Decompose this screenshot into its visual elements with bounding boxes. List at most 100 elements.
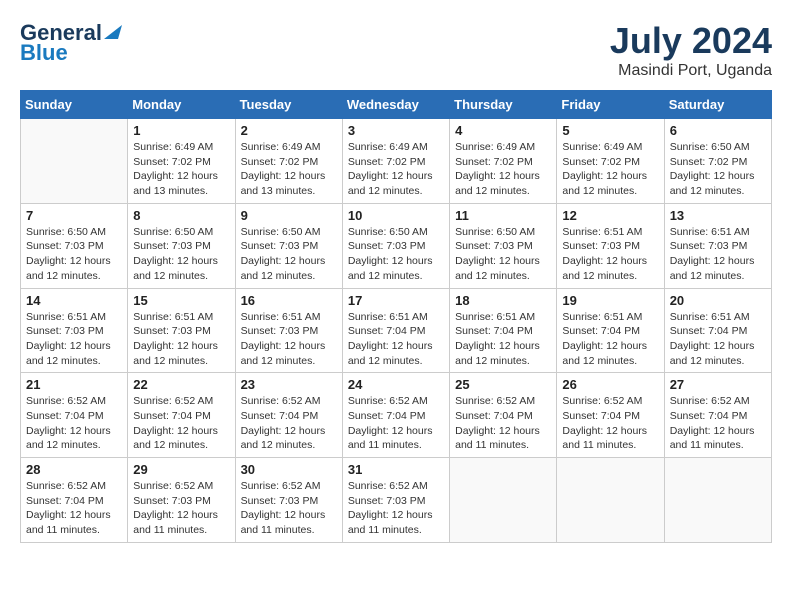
calendar-day-cell: 14 Sunrise: 6:51 AM Sunset: 7:03 PM Dayli… (21, 288, 128, 373)
day-number: 7 (26, 208, 122, 223)
day-number: 6 (670, 123, 766, 138)
calendar-week-row: 7 Sunrise: 6:50 AM Sunset: 7:03 PM Daylig… (21, 203, 772, 288)
calendar-day-cell: 21 Sunrise: 6:52 AM Sunset: 7:04 PM Dayli… (21, 373, 128, 458)
day-info: Sunrise: 6:52 AM Sunset: 7:04 PM Dayligh… (133, 394, 229, 453)
calendar-day-cell: 3 Sunrise: 6:49 AM Sunset: 7:02 PM Daylig… (342, 119, 449, 204)
day-info: Sunrise: 6:49 AM Sunset: 7:02 PM Dayligh… (241, 140, 337, 199)
calendar-day-cell (557, 458, 664, 543)
day-number: 20 (670, 293, 766, 308)
day-info: Sunrise: 6:52 AM Sunset: 7:04 PM Dayligh… (26, 479, 122, 538)
day-info: Sunrise: 6:51 AM Sunset: 7:04 PM Dayligh… (562, 310, 658, 369)
day-info: Sunrise: 6:51 AM Sunset: 7:03 PM Dayligh… (133, 310, 229, 369)
day-info: Sunrise: 6:51 AM Sunset: 7:03 PM Dayligh… (26, 310, 122, 369)
title-block: July 2024 Masindi Port, Uganda (610, 20, 772, 80)
calendar-day-cell (450, 458, 557, 543)
logo: General Blue (20, 20, 122, 66)
calendar-day-header: Friday (557, 91, 664, 119)
day-info: Sunrise: 6:50 AM Sunset: 7:02 PM Dayligh… (670, 140, 766, 199)
calendar-day-cell: 22 Sunrise: 6:52 AM Sunset: 7:04 PM Dayli… (128, 373, 235, 458)
day-number: 24 (348, 377, 444, 392)
day-number: 14 (26, 293, 122, 308)
month-year-title: July 2024 (610, 20, 772, 62)
calendar-day-cell: 11Sunrise: 6:50 AM Sunset: 7:03 PM Dayli… (450, 203, 557, 288)
day-number: 31 (348, 462, 444, 477)
day-number: 9 (241, 208, 337, 223)
day-info: Sunrise: 6:50 AM Sunset: 7:03 PM Dayligh… (26, 225, 122, 284)
calendar-day-cell (21, 119, 128, 204)
calendar-week-row: 21 Sunrise: 6:52 AM Sunset: 7:04 PM Dayli… (21, 373, 772, 458)
calendar-day-cell: 4Sunrise: 6:49 AM Sunset: 7:02 PM Daylig… (450, 119, 557, 204)
calendar-day-cell: 5 Sunrise: 6:49 AM Sunset: 7:02 PM Daylig… (557, 119, 664, 204)
day-number: 5 (562, 123, 658, 138)
day-number: 8 (133, 208, 229, 223)
calendar-day-cell: 24 Sunrise: 6:52 AM Sunset: 7:04 PM Dayli… (342, 373, 449, 458)
calendar-day-cell: 7 Sunrise: 6:50 AM Sunset: 7:03 PM Daylig… (21, 203, 128, 288)
day-info: Sunrise: 6:50 AM Sunset: 7:03 PM Dayligh… (241, 225, 337, 284)
calendar-day-cell: 17 Sunrise: 6:51 AM Sunset: 7:04 PM Dayli… (342, 288, 449, 373)
page-header: General Blue July 2024 Masindi Port, Uga… (20, 20, 772, 80)
calendar-day-cell: 15 Sunrise: 6:51 AM Sunset: 7:03 PM Dayli… (128, 288, 235, 373)
day-info: Sunrise: 6:50 AM Sunset: 7:03 PM Dayligh… (455, 225, 551, 284)
calendar-day-cell: 25 Sunrise: 6:52 AM Sunset: 7:04 PM Dayli… (450, 373, 557, 458)
calendar-table: SundayMondayTuesdayWednesdayThursdayFrid… (20, 90, 772, 543)
calendar-day-cell: 20 Sunrise: 6:51 AM Sunset: 7:04 PM Dayli… (664, 288, 771, 373)
day-info: Sunrise: 6:49 AM Sunset: 7:02 PM Dayligh… (348, 140, 444, 199)
day-number: 13 (670, 208, 766, 223)
day-info: Sunrise: 6:51 AM Sunset: 7:04 PM Dayligh… (348, 310, 444, 369)
day-info: Sunrise: 6:50 AM Sunset: 7:03 PM Dayligh… (348, 225, 444, 284)
day-info: Sunrise: 6:49 AM Sunset: 7:02 PM Dayligh… (562, 140, 658, 199)
calendar-day-cell: 13 Sunrise: 6:51 AM Sunset: 7:03 PM Dayli… (664, 203, 771, 288)
calendar-day-header: Sunday (21, 91, 128, 119)
day-number: 12 (562, 208, 658, 223)
day-number: 26 (562, 377, 658, 392)
calendar-day-cell: 9 Sunrise: 6:50 AM Sunset: 7:03 PM Daylig… (235, 203, 342, 288)
day-number: 27 (670, 377, 766, 392)
day-info: Sunrise: 6:51 AM Sunset: 7:03 PM Dayligh… (670, 225, 766, 284)
calendar-day-cell: 1 Sunrise: 6:49 AM Sunset: 7:02 PM Daylig… (128, 119, 235, 204)
day-number: 2 (241, 123, 337, 138)
day-number: 15 (133, 293, 229, 308)
calendar-day-cell: 2 Sunrise: 6:49 AM Sunset: 7:02 PM Daylig… (235, 119, 342, 204)
day-number: 17 (348, 293, 444, 308)
day-info: Sunrise: 6:52 AM Sunset: 7:03 PM Dayligh… (133, 479, 229, 538)
day-info: Sunrise: 6:52 AM Sunset: 7:04 PM Dayligh… (670, 394, 766, 453)
day-number: 19 (562, 293, 658, 308)
day-info: Sunrise: 6:49 AM Sunset: 7:02 PM Dayligh… (133, 140, 229, 199)
calendar-week-row: 14 Sunrise: 6:51 AM Sunset: 7:03 PM Dayli… (21, 288, 772, 373)
calendar-day-cell: 26Sunrise: 6:52 AM Sunset: 7:04 PM Dayli… (557, 373, 664, 458)
day-number: 1 (133, 123, 229, 138)
calendar-day-cell: 10Sunrise: 6:50 AM Sunset: 7:03 PM Dayli… (342, 203, 449, 288)
calendar-day-cell: 18Sunrise: 6:51 AM Sunset: 7:04 PM Dayli… (450, 288, 557, 373)
calendar-body: 1 Sunrise: 6:49 AM Sunset: 7:02 PM Daylig… (21, 119, 772, 543)
calendar-day-header: Monday (128, 91, 235, 119)
day-info: Sunrise: 6:51 AM Sunset: 7:04 PM Dayligh… (670, 310, 766, 369)
calendar-day-cell (664, 458, 771, 543)
calendar-day-cell: 6 Sunrise: 6:50 AM Sunset: 7:02 PM Daylig… (664, 119, 771, 204)
calendar-day-cell: 30Sunrise: 6:52 AM Sunset: 7:03 PM Dayli… (235, 458, 342, 543)
day-info: Sunrise: 6:52 AM Sunset: 7:04 PM Dayligh… (241, 394, 337, 453)
calendar-header-row: SundayMondayTuesdayWednesdayThursdayFrid… (21, 91, 772, 119)
day-number: 25 (455, 377, 551, 392)
calendar-day-cell: 8Sunrise: 6:50 AM Sunset: 7:03 PM Daylig… (128, 203, 235, 288)
day-number: 3 (348, 123, 444, 138)
day-info: Sunrise: 6:51 AM Sunset: 7:03 PM Dayligh… (562, 225, 658, 284)
calendar-day-header: Thursday (450, 91, 557, 119)
calendar-day-cell: 16 Sunrise: 6:51 AM Sunset: 7:03 PM Dayli… (235, 288, 342, 373)
day-number: 16 (241, 293, 337, 308)
location-subtitle: Masindi Port, Uganda (610, 62, 772, 80)
day-info: Sunrise: 6:52 AM Sunset: 7:04 PM Dayligh… (455, 394, 551, 453)
calendar-day-cell: 28 Sunrise: 6:52 AM Sunset: 7:04 PM Dayli… (21, 458, 128, 543)
day-info: Sunrise: 6:51 AM Sunset: 7:03 PM Dayligh… (241, 310, 337, 369)
day-info: Sunrise: 6:52 AM Sunset: 7:04 PM Dayligh… (26, 394, 122, 453)
calendar-day-cell: 27 Sunrise: 6:52 AM Sunset: 7:04 PM Dayli… (664, 373, 771, 458)
day-number: 28 (26, 462, 122, 477)
calendar-day-header: Wednesday (342, 91, 449, 119)
day-info: Sunrise: 6:52 AM Sunset: 7:04 PM Dayligh… (348, 394, 444, 453)
day-number: 30 (241, 462, 337, 477)
logo-bird-icon (104, 21, 122, 41)
day-number: 22 (133, 377, 229, 392)
calendar-day-header: Saturday (664, 91, 771, 119)
day-number: 21 (26, 377, 122, 392)
day-number: 29 (133, 462, 229, 477)
day-info: Sunrise: 6:52 AM Sunset: 7:03 PM Dayligh… (348, 479, 444, 538)
